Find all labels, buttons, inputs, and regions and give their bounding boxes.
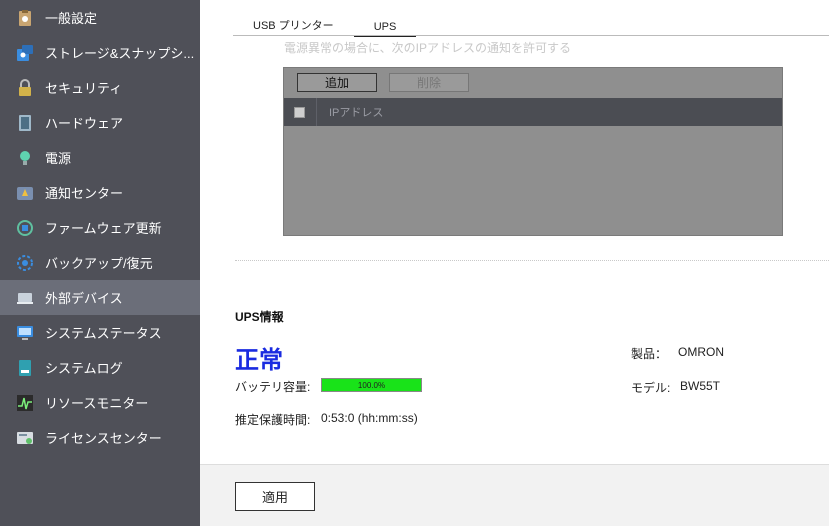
estimated-runtime-value: 0:53:0 (hh:mm:ss) [321,411,418,425]
ups-status: 正常 [235,347,283,374]
model-value: BW55T [680,379,721,393]
header-separator [316,98,317,126]
main-content: USB プリンター UPS 電源異常の場合に、次のIPアドレスの通知を許可する … [200,0,829,526]
sidebar-item-storage-snapshot[interactable]: ストレージ&スナップシ... [0,35,200,70]
sidebar-item-label: セキュリティ [45,81,123,96]
lock-icon [15,78,35,98]
tab-label: USB プリンター [253,20,334,32]
model-label: モデル: [631,381,671,395]
clipboard-settings-icon [15,8,35,28]
tab-label: UPS [373,21,397,33]
sidebar-item-label: 外部デバイス [45,291,123,306]
sidebar-item-label: 通知センター [45,186,124,201]
product-value: OMRON [678,345,724,359]
product-label: 製品： [631,347,668,361]
sidebar-item-label: ハードウェア [45,116,124,131]
hardware-icon [15,113,35,133]
sidebar: 一般設定 ストレージ&スナップシ... セキュリティ ハードウェア 電源 通知セ… [0,0,200,526]
sidebar-item-label: ストレージ&スナップシ... [45,46,195,61]
power-bulb-icon [15,148,35,168]
resource-monitor-icon [15,393,35,413]
apply-button[interactable]: 適用 [235,482,315,511]
firmware-update-icon [15,218,35,238]
select-all-checkbox[interactable] [294,106,305,118]
sidebar-item-resource-monitor[interactable]: リソースモニター [0,385,200,420]
section-divider [235,260,829,261]
ip-notification-note: 電源異常の場合に、次のIPアドレスの通知を許可する [284,41,571,55]
battery-capacity-label: バッテリ容量: [235,380,311,394]
external-device-icon [15,288,35,308]
sidebar-item-label: 一般設定 [45,11,98,26]
ip-address-panel: 追加 削除 IPアドレス [283,67,783,236]
ip-table-header: IPアドレス [284,98,782,126]
sidebar-item-security[interactable]: セキュリティ [0,70,200,105]
log-icon [15,358,35,378]
license-icon [15,428,35,448]
sidebar-item-external-device[interactable]: 外部デバイス [0,280,200,315]
sidebar-item-label: ファームウェア更新 [45,221,162,236]
sidebar-item-label: リソースモニター [45,396,149,411]
tab-bar: USB プリンター UPS [233,0,417,37]
sidebar-item-label: システムステータス [45,326,162,341]
monitor-icon [15,323,35,343]
ups-info-title: UPS情報 [235,310,284,324]
sidebar-item-hardware[interactable]: ハードウェア [0,105,200,140]
sidebar-item-label: 電源 [45,151,72,166]
sidebar-item-power[interactable]: 電源 [0,140,200,175]
sidebar-item-system-status[interactable]: システムステータス [0,315,200,350]
battery-capacity-bar: 100.0% [321,378,422,392]
sidebar-item-system-log[interactable]: システムログ [0,350,200,385]
backup-restore-icon [15,253,35,273]
footer-bar: 適用 [200,464,829,526]
sidebar-item-license-center[interactable]: ライセンスセンター [0,420,200,455]
storage-icon [15,43,35,63]
add-ip-button[interactable]: 追加 [297,73,377,92]
sidebar-item-general-settings[interactable]: 一般設定 [0,0,200,35]
sidebar-item-notification-center[interactable]: 通知センター [0,175,200,210]
estimated-runtime-label: 推定保護時間: [235,413,311,427]
sidebar-item-firmware-update[interactable]: ファームウェア更新 [0,210,200,245]
ip-address-column-header: IPアドレス [329,107,384,119]
tab-divider [233,35,829,36]
sidebar-item-label: バックアップ/復元 [45,256,153,271]
tab-ups[interactable]: UPS [353,0,417,37]
sidebar-item-label: ライセンスセンター [45,431,162,446]
sidebar-item-backup-restore[interactable]: バックアップ/復元 [0,245,200,280]
battery-capacity-text: 100.0% [357,380,386,390]
delete-ip-button[interactable]: 削除 [389,73,469,92]
tab-usb-printer[interactable]: USB プリンター [233,0,354,36]
sidebar-item-label: システムログ [45,361,123,376]
notification-icon [15,183,35,203]
